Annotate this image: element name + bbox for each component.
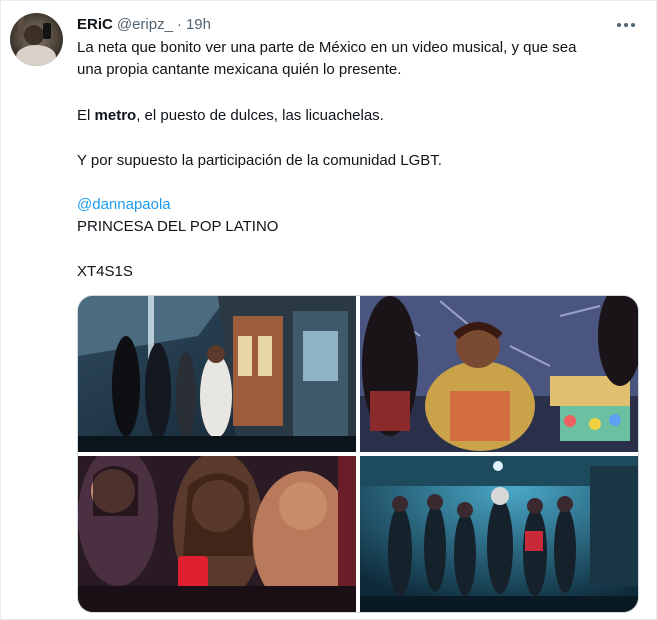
mention-link[interactable]: @dannapaola: [77, 196, 171, 213]
more-options-button[interactable]: [614, 15, 638, 35]
avatar-image: [10, 13, 63, 66]
tweet-text-line: El metro, el puesto de dulces, las licua…: [77, 105, 642, 127]
tweet-text-line: Y por supuesto la participación de la co…: [77, 152, 442, 169]
bold-text: metro: [94, 107, 137, 124]
avatar[interactable]: [10, 13, 63, 66]
tweet-text-line: @dannapaola: [77, 194, 642, 216]
user-handle[interactable]: @eripz_: [117, 16, 173, 33]
tweet-card[interactable]: ERiC @eripz_ · 19h La neta que bonito ve…: [0, 0, 657, 620]
tweet-text-line: XT4S1S: [77, 263, 133, 280]
timestamp[interactable]: 19h: [186, 16, 211, 33]
tweet-header: ERiC @eripz_ · 19h: [77, 14, 211, 34]
separator-dot: ·: [176, 15, 182, 33]
display-name[interactable]: ERiC: [77, 16, 113, 33]
text-segment: El: [77, 107, 95, 124]
metro-platform-photo[interactable]: [78, 296, 356, 452]
tweet-text-line: PRINCESA DEL POP LATINO: [77, 218, 279, 235]
tweet-text-line: La neta que bonito ver una parte de Méxi…: [77, 39, 577, 56]
more-horizontal-icon: [617, 23, 635, 27]
text-segment: , el puesto de dulces, las licuachelas.: [136, 107, 384, 124]
candy-stand-photo[interactable]: [360, 296, 638, 452]
party-crowd-photo[interactable]: [78, 456, 356, 612]
media-grid: [77, 295, 639, 613]
tweet-text-line: una propia cantante mexicana quién lo pr…: [77, 61, 402, 78]
dancers-group-photo[interactable]: [360, 456, 638, 612]
